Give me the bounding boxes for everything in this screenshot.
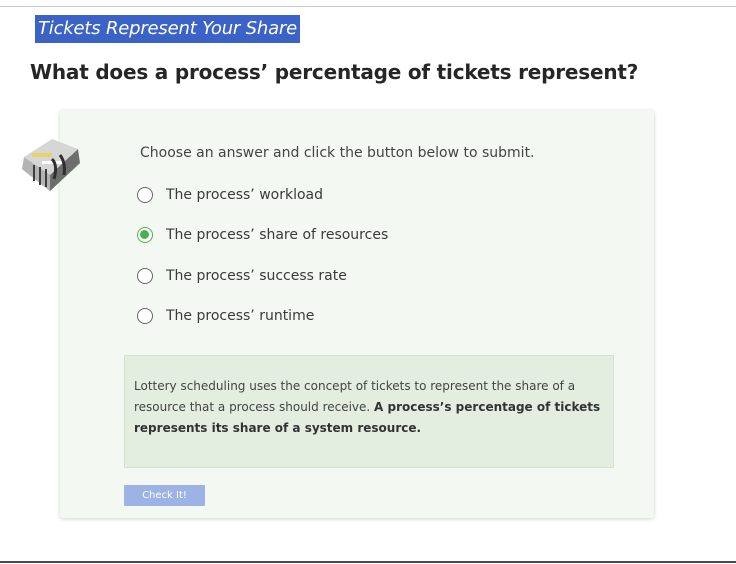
section-title: Tickets Represent Your Share (35, 15, 300, 43)
answer-option-workload[interactable]: The process’ workload (137, 184, 323, 206)
answer-option-share-of-resources[interactable]: The process’ share of resources (137, 224, 388, 246)
question-heading: What does a process’ percentage of ticke… (30, 60, 639, 84)
answer-option-success-rate[interactable]: The process’ success rate (137, 265, 347, 287)
radio-button[interactable] (137, 308, 153, 324)
radio-button[interactable] (137, 268, 153, 284)
answer-option-label: The process’ workload (166, 187, 323, 203)
check-circle-icon[interactable] (137, 227, 153, 243)
bottom-divider (0, 561, 736, 563)
answer-option-runtime[interactable]: The process’ runtime (137, 305, 314, 327)
stair-building-mascot-icon (22, 139, 80, 191)
instructions-text: Choose an answer and click the button be… (140, 145, 535, 161)
answer-option-label: The process’ success rate (166, 268, 347, 284)
top-divider (0, 6, 736, 7)
radio-button[interactable] (137, 187, 153, 203)
explanation-box: Lottery scheduling uses the concept of t… (124, 355, 614, 468)
answer-option-label: The process’ share of resources (166, 227, 389, 243)
answer-option-label: The process’ runtime (166, 308, 315, 324)
check-it-button[interactable]: Check It! (124, 485, 205, 506)
